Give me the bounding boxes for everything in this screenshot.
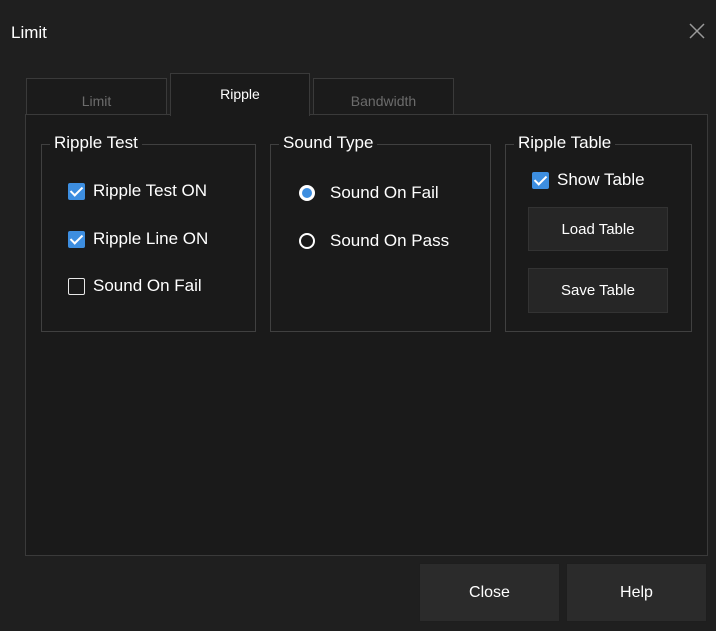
ripple-test-title: Ripple Test bbox=[50, 133, 142, 153]
show-table-checkbox[interactable]: Show Table bbox=[532, 170, 645, 190]
sound-type-group: Sound Type Sound On Fail Sound On Pass bbox=[270, 133, 491, 332]
ripple-test-on-label: Ripple Test ON bbox=[93, 181, 208, 200]
tab-limit[interactable]: Limit bbox=[26, 78, 167, 114]
ripple-test-group: Ripple Test Ripple Test ON Ripple Line O… bbox=[41, 133, 256, 332]
dialog-title: Limit bbox=[11, 23, 47, 42]
ripple-table-title: Ripple Table bbox=[514, 133, 616, 153]
sound-on-fail-radio-label: Sound On Fail bbox=[330, 183, 439, 202]
ripple-panel: Ripple Test Ripple Test ON Ripple Line O… bbox=[25, 114, 708, 556]
limit-dialog: Limit Limit Ripple Bandwidth Ripple Test… bbox=[0, 0, 716, 631]
sound-on-pass-radio[interactable]: Sound On Pass bbox=[299, 231, 449, 251]
sound-on-fail-radio[interactable]: Sound On Fail bbox=[299, 183, 439, 203]
checkbox-checked-icon bbox=[532, 171, 549, 189]
ripple-table-group: Ripple Table Show Table Load Table Save … bbox=[505, 133, 692, 332]
radio-selected-icon bbox=[299, 185, 315, 201]
show-table-label[interactable]: Show Table bbox=[557, 170, 645, 190]
sound-type-title: Sound Type bbox=[279, 133, 378, 153]
load-table-button[interactable]: Load Table bbox=[528, 207, 668, 251]
radio-unselected-icon bbox=[299, 233, 315, 249]
tab-ripple[interactable]: Ripple bbox=[170, 73, 310, 116]
tab-bandwidth[interactable]: Bandwidth bbox=[313, 78, 454, 114]
close-button[interactable]: Close bbox=[419, 563, 560, 622]
sound-on-fail-checkbox[interactable]: Sound On Fail bbox=[68, 276, 202, 296]
checkbox-checked-icon bbox=[68, 182, 85, 200]
ripple-test-on-checkbox[interactable]: Ripple Test ON bbox=[68, 181, 207, 201]
ripple-line-on-label: Ripple Line ON bbox=[93, 229, 209, 248]
help-button[interactable]: Help bbox=[566, 563, 707, 622]
close-icon[interactable] bbox=[686, 20, 708, 42]
sound-on-fail-check-label: Sound On Fail bbox=[93, 276, 202, 295]
checkbox-unchecked-icon bbox=[68, 277, 85, 295]
sound-on-pass-radio-label: Sound On Pass bbox=[330, 231, 450, 250]
save-table-button[interactable]: Save Table bbox=[528, 268, 668, 313]
checkbox-checked-icon bbox=[68, 230, 85, 248]
ripple-line-on-checkbox[interactable]: Ripple Line ON bbox=[68, 229, 208, 249]
